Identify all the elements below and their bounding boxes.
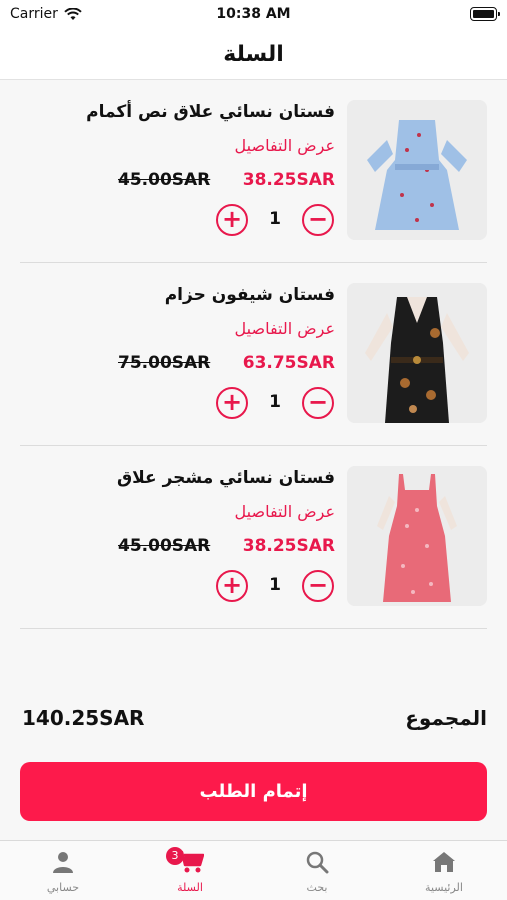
tab-search-label: بحث — [306, 881, 328, 894]
view-details-link[interactable]: عرض التفاصيل — [235, 502, 335, 521]
sale-price: 38.25SAR — [242, 170, 335, 190]
tab-account[interactable]: حسابي — [0, 841, 126, 900]
dress-black-chiffon-image[interactable] — [347, 283, 487, 423]
tab-cart-label: السلة — [177, 881, 203, 894]
original-price: 45.00SAR — [118, 536, 211, 556]
quantity-value: 1 — [269, 575, 281, 595]
product-name[interactable]: فستان شيفون حزام — [165, 285, 335, 305]
cart-item: فستان شيفون حزام عرض التفاصيل 63.75SAR 7… — [20, 263, 487, 446]
product-name[interactable]: فستان نسائي مشجر علاق — [117, 468, 335, 488]
decrease-quantity-button[interactable]: − — [302, 387, 334, 419]
view-details-link[interactable]: عرض التفاصيل — [235, 136, 335, 155]
plus-icon: + — [221, 388, 243, 416]
checkout-button[interactable]: إتمام الطلب — [20, 762, 487, 821]
sale-price: 63.75SAR — [242, 353, 335, 373]
minus-icon: − — [307, 388, 329, 416]
person-icon — [53, 852, 73, 873]
total-value: 140.25SAR — [22, 706, 145, 730]
status-bar: Carrier 10:38 AM — [0, 0, 507, 30]
minus-icon: − — [307, 205, 329, 233]
plus-icon: + — [221, 205, 243, 233]
tab-cart[interactable]: 3 السلة — [127, 841, 253, 900]
sale-price: 38.25SAR — [242, 536, 335, 556]
plus-icon: + — [221, 571, 243, 599]
tab-search[interactable]: بحث — [254, 841, 380, 900]
increase-quantity-button[interactable]: + — [216, 387, 248, 419]
minus-icon: − — [307, 571, 329, 599]
tab-bar: حسابي 3 السلة بحث الرئيسية — [0, 840, 507, 900]
total-label: المجموع — [405, 706, 487, 730]
tab-home-label: الرئيسية — [425, 881, 463, 894]
view-details-link[interactable]: عرض التفاصيل — [235, 319, 335, 338]
battery-icon — [470, 7, 500, 21]
dress-blue-floral-image[interactable] — [347, 100, 487, 240]
page-title: السلة — [223, 42, 284, 67]
cart-item: فستان نسائي مشجر علاق عرض التفاصيل 38.25… — [20, 446, 487, 629]
original-price: 45.00SAR — [118, 170, 211, 190]
cart-item: فستان نسائي علاق نص أكمام عرض التفاصيل 3… — [20, 80, 487, 263]
home-icon — [433, 852, 455, 872]
status-time: 10:38 AM — [216, 6, 291, 22]
product-name[interactable]: فستان نسائي علاق نص أكمام — [86, 102, 335, 122]
dress-pink-floral-image[interactable] — [347, 466, 487, 606]
cart-count-badge: 3 — [166, 847, 184, 865]
increase-quantity-button[interactable]: + — [216, 204, 248, 236]
navigation-bar: السلة — [0, 30, 507, 80]
search-icon — [306, 851, 329, 874]
quantity-value: 1 — [269, 209, 281, 229]
increase-quantity-button[interactable]: + — [216, 570, 248, 602]
decrease-quantity-button[interactable]: − — [302, 570, 334, 602]
tab-account-label: حسابي — [46, 881, 80, 894]
tab-home[interactable]: الرئيسية — [381, 841, 507, 900]
quantity-value: 1 — [269, 392, 281, 412]
decrease-quantity-button[interactable]: − — [302, 204, 334, 236]
original-price: 75.00SAR — [118, 353, 211, 373]
